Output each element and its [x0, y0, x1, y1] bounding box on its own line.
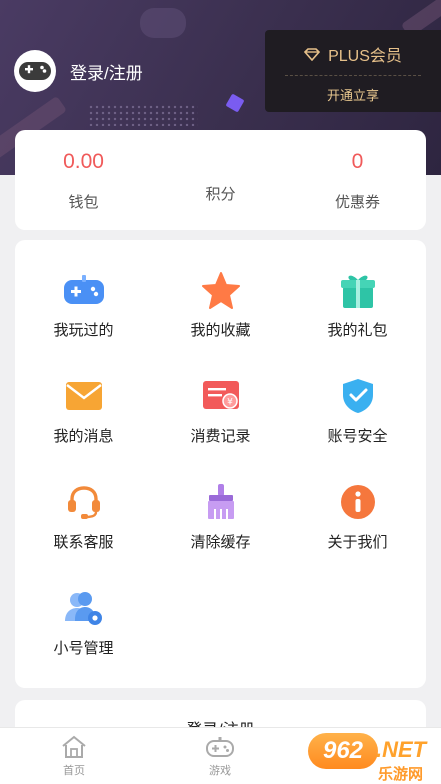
- menu-item-label: 清除缓存: [190, 534, 251, 551]
- receipt-icon: ¥: [202, 381, 239, 409]
- menu-item-about[interactable]: 关于我们: [289, 452, 426, 558]
- coupons-value: 0: [351, 150, 364, 173]
- tab-games[interactable]: 游戏: [180, 734, 260, 778]
- brush-icon: [207, 484, 234, 519]
- svg-text:¥: ¥: [227, 398, 233, 408]
- site-watermark: 962 .NET 乐游网: [308, 733, 438, 783]
- menu-item-label: 我的礼包: [327, 322, 388, 339]
- decor-hexagon: [225, 93, 245, 113]
- gamepad-icon: [19, 62, 51, 80]
- menu-item-label: 我的消息: [53, 428, 114, 445]
- coupons-stat[interactable]: 0 优惠券: [289, 130, 426, 230]
- gift-icon: [340, 275, 375, 308]
- menu-item-security[interactable]: 账号安全: [289, 346, 426, 452]
- diamond-icon: [304, 47, 321, 61]
- menu-item-label: 我玩过的: [53, 322, 114, 339]
- headset-icon: [67, 486, 100, 519]
- menu-item-label: 关于我们: [327, 534, 388, 551]
- menu-item-sub-accounts[interactable]: 小号管理: [15, 558, 152, 664]
- menu-item-label: 账号安全: [327, 428, 388, 445]
- menu-item-support[interactable]: 联系客服: [15, 452, 152, 558]
- menu-item-played[interactable]: 我玩过的: [15, 240, 152, 346]
- home-icon: [62, 735, 86, 758]
- decor-gamepad: [140, 8, 186, 38]
- avatar[interactable]: [14, 50, 56, 92]
- tab-home[interactable]: 首页: [34, 734, 114, 778]
- watermark-cn: 乐游网: [378, 766, 424, 783]
- login-register-link[interactable]: 登录/注册: [70, 59, 143, 84]
- watermark-brand: 962: [308, 733, 378, 769]
- open-plus-button[interactable]: 开通立享: [265, 85, 441, 104]
- plus-title: PLUS会员: [328, 48, 402, 65]
- points-label: 积分: [205, 186, 236, 203]
- tab-games-label: 游戏: [209, 765, 231, 777]
- points-stat[interactable]: 积分: [152, 130, 289, 230]
- menu-item-transactions[interactable]: ¥ 消费记录: [152, 346, 289, 452]
- stats-card: 0.00 钱包 积分 0 优惠券: [15, 130, 426, 230]
- star-icon: [201, 272, 240, 309]
- gamepad-icon: [63, 275, 104, 304]
- menu-item-favorites[interactable]: 我的收藏: [152, 240, 289, 346]
- wallet-value: 0.00: [63, 150, 104, 173]
- menu-item-gifts[interactable]: 我的礼包: [289, 240, 426, 346]
- menu-item-label: 联系客服: [53, 534, 114, 551]
- coupons-label: 优惠券: [334, 194, 380, 211]
- decor-dots: [88, 104, 198, 126]
- envelope-icon: [65, 382, 102, 410]
- menu-item-label: 消费记录: [190, 428, 251, 445]
- menu-item-messages[interactable]: 我的消息: [15, 346, 152, 452]
- users-gear-icon: [64, 592, 102, 625]
- info-icon: [340, 485, 375, 519]
- divider: [285, 75, 421, 76]
- menu-item-label: 我的收藏: [190, 322, 251, 339]
- tab-home-label: 首页: [63, 765, 85, 777]
- menu-grid: 我玩过的 我的收藏 我的礼包 我的消息 ¥ 消费记录 账号安全 联系客服 清除缓…: [15, 240, 426, 688]
- wallet-stat[interactable]: 0.00 钱包: [15, 130, 152, 230]
- menu-item-clear-cache[interactable]: 清除缓存: [152, 452, 289, 558]
- wallet-label: 钱包: [68, 194, 99, 211]
- plus-membership-banner[interactable]: PLUS会员 开通立享: [265, 30, 441, 112]
- gamepad-icon: [206, 737, 234, 757]
- shield-icon: [342, 379, 373, 413]
- watermark-suffix: .NET: [376, 737, 427, 762]
- menu-item-label: 小号管理: [53, 640, 114, 657]
